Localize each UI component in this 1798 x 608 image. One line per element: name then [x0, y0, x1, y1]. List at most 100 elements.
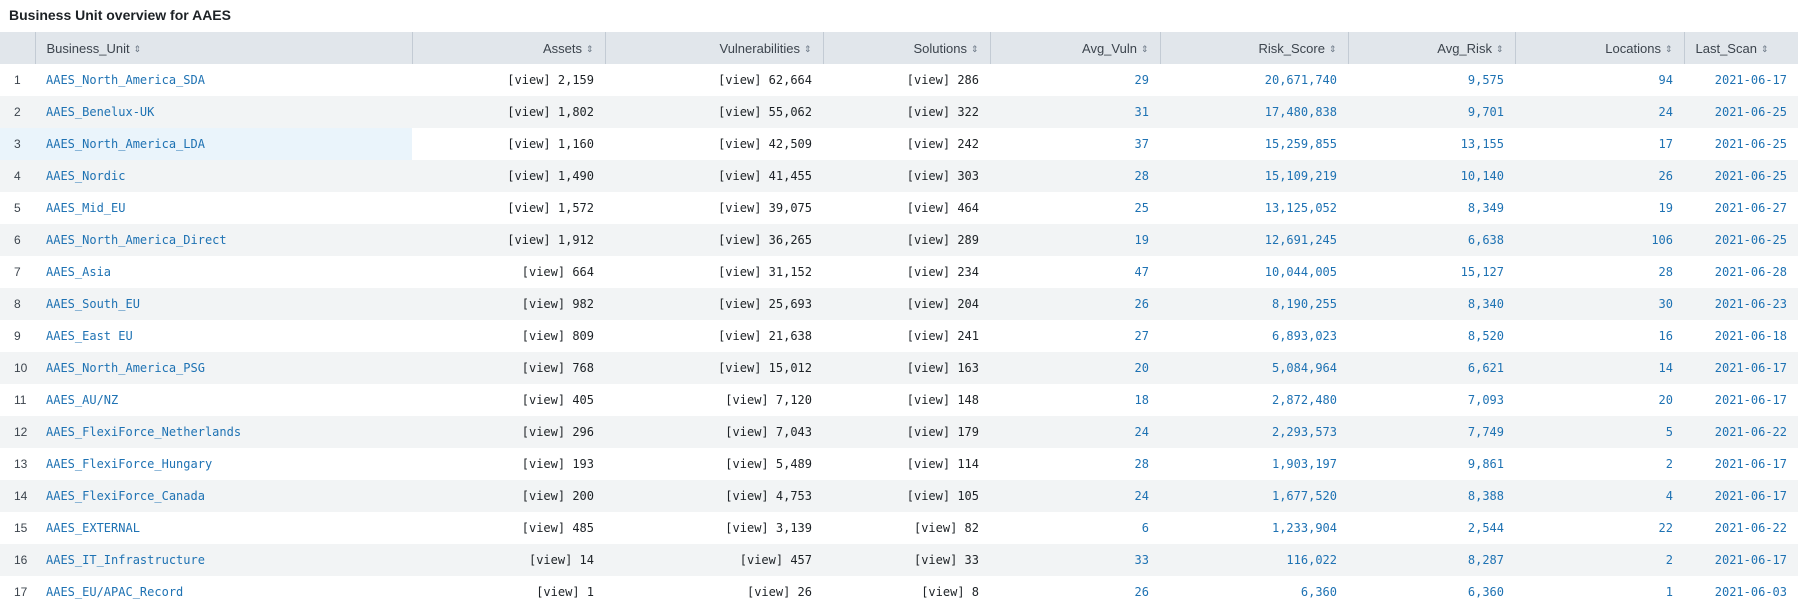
locations-cell[interactable]: 2	[1515, 544, 1684, 576]
business-unit-link[interactable]: AAES_North_America_LDA	[35, 128, 412, 160]
avg-vuln-cell[interactable]: 26	[990, 576, 1160, 608]
business-unit-link[interactable]: AAES_AU/NZ	[35, 384, 412, 416]
last-scan-cell[interactable]: 2021-06-25	[1684, 128, 1798, 160]
business-unit-link[interactable]: AAES_EU/APAC_Record	[35, 576, 412, 608]
business-unit-link[interactable]: AAES_South_EU	[35, 288, 412, 320]
table-row[interactable]: 14 AAES_FlexiForce_Canada [view] 200 [view]…	[0, 480, 1798, 512]
locations-cell[interactable]: 20	[1515, 384, 1684, 416]
column-header-last-scan[interactable]: Last_Scan ⇕	[1684, 32, 1798, 64]
sort-icon[interactable]: ⇕	[1329, 44, 1337, 54]
table-row[interactable]: 13 AAES_FlexiForce_Hungary [view] 193 [view…	[0, 448, 1798, 480]
vulnerabilities-cell[interactable]: [view] 5,489	[605, 448, 823, 480]
column-header-locations[interactable]: Locations ⇕	[1515, 32, 1685, 64]
table-row[interactable]: 4 AAES_Nordic [view] 1,490 [view] 41,455 [vi…	[0, 160, 1798, 192]
risk-score-cell[interactable]: 6,893,023	[1160, 320, 1348, 352]
avg-risk-cell[interactable]: 2,544	[1348, 512, 1515, 544]
business-unit-link[interactable]: AAES_EXTERNAL	[35, 512, 412, 544]
vulnerabilities-cell[interactable]: [view] 15,012	[605, 352, 823, 384]
table-row[interactable]: 1 AAES_North_America_SDA [view] 2,159 [view…	[0, 64, 1798, 96]
sort-icon[interactable]: ⇕	[1496, 44, 1504, 54]
locations-cell[interactable]: 4	[1515, 480, 1684, 512]
avg-vuln-cell[interactable]: 28	[990, 448, 1160, 480]
solutions-cell[interactable]: [view] 286	[823, 64, 990, 96]
avg-risk-cell[interactable]: 7,093	[1348, 384, 1515, 416]
avg-risk-cell[interactable]: 7,749	[1348, 416, 1515, 448]
avg-risk-cell[interactable]: 6,638	[1348, 224, 1515, 256]
table-row[interactable]: 6 AAES_North_America_Direct [view] 1,912 [v…	[0, 224, 1798, 256]
avg-risk-cell[interactable]: 8,340	[1348, 288, 1515, 320]
last-scan-cell[interactable]: 2021-06-27	[1684, 192, 1798, 224]
locations-cell[interactable]: 1	[1515, 576, 1684, 608]
column-header-solutions[interactable]: Solutions ⇕	[823, 32, 991, 64]
assets-cell[interactable]: [view] 200	[412, 480, 605, 512]
sort-icon[interactable]: ⇕	[1761, 44, 1769, 54]
locations-cell[interactable]: 26	[1515, 160, 1684, 192]
vulnerabilities-cell[interactable]: [view] 26	[605, 576, 823, 608]
risk-score-cell[interactable]: 10,044,005	[1160, 256, 1348, 288]
locations-cell[interactable]: 94	[1515, 64, 1684, 96]
solutions-cell[interactable]: [view] 289	[823, 224, 990, 256]
risk-score-cell[interactable]: 2,293,573	[1160, 416, 1348, 448]
avg-risk-cell[interactable]: 6,360	[1348, 576, 1515, 608]
business-unit-link[interactable]: AAES_IT_Infrastructure	[35, 544, 412, 576]
avg-vuln-cell[interactable]: 24	[990, 480, 1160, 512]
assets-cell[interactable]: [view] 2,159	[412, 64, 605, 96]
avg-vuln-cell[interactable]: 18	[990, 384, 1160, 416]
avg-risk-cell[interactable]: 8,520	[1348, 320, 1515, 352]
avg-risk-cell[interactable]: 8,349	[1348, 192, 1515, 224]
column-header-risk-score[interactable]: Risk_Score ⇕	[1160, 32, 1349, 64]
solutions-cell[interactable]: [view] 163	[823, 352, 990, 384]
avg-vuln-cell[interactable]: 47	[990, 256, 1160, 288]
assets-cell[interactable]: [view] 1	[412, 576, 605, 608]
vulnerabilities-cell[interactable]: [view] 39,075	[605, 192, 823, 224]
solutions-cell[interactable]: [view] 105	[823, 480, 990, 512]
solutions-cell[interactable]: [view] 241	[823, 320, 990, 352]
solutions-cell[interactable]: [view] 148	[823, 384, 990, 416]
vulnerabilities-cell[interactable]: [view] 55,062	[605, 96, 823, 128]
locations-cell[interactable]: 17	[1515, 128, 1684, 160]
avg-vuln-cell[interactable]: 27	[990, 320, 1160, 352]
sort-icon[interactable]: ⇕	[586, 44, 594, 54]
avg-risk-cell[interactable]: 8,388	[1348, 480, 1515, 512]
vulnerabilities-cell[interactable]: [view] 3,139	[605, 512, 823, 544]
risk-score-cell[interactable]: 15,259,855	[1160, 128, 1348, 160]
table-row[interactable]: 17 AAES_EU/APAC_Record [view] 1 [view] 26 [v…	[0, 576, 1798, 608]
assets-cell[interactable]: [view] 14	[412, 544, 605, 576]
vulnerabilities-cell[interactable]: [view] 42,509	[605, 128, 823, 160]
avg-risk-cell[interactable]: 13,155	[1348, 128, 1515, 160]
assets-cell[interactable]: [view] 1,572	[412, 192, 605, 224]
assets-cell[interactable]: [view] 809	[412, 320, 605, 352]
business-unit-link[interactable]: AAES_North_America_SDA	[35, 64, 412, 96]
risk-score-cell[interactable]: 13,125,052	[1160, 192, 1348, 224]
avg-risk-cell[interactable]: 8,287	[1348, 544, 1515, 576]
table-row[interactable]: 10 AAES_North_America_PSG [view] 768 [view]…	[0, 352, 1798, 384]
column-header-avg-vuln[interactable]: Avg_Vuln ⇕	[990, 32, 1161, 64]
assets-cell[interactable]: [view] 768	[412, 352, 605, 384]
assets-cell[interactable]: [view] 982	[412, 288, 605, 320]
assets-cell[interactable]: [view] 485	[412, 512, 605, 544]
solutions-cell[interactable]: [view] 322	[823, 96, 990, 128]
business-unit-link[interactable]: AAES_North_America_PSG	[35, 352, 412, 384]
column-header-business-unit[interactable]: Business_Unit ⇕	[35, 32, 413, 64]
vulnerabilities-cell[interactable]: [view] 21,638	[605, 320, 823, 352]
solutions-cell[interactable]: [view] 204	[823, 288, 990, 320]
risk-score-cell[interactable]: 1,233,904	[1160, 512, 1348, 544]
business-unit-link[interactable]: AAES_North_America_Direct	[35, 224, 412, 256]
avg-risk-cell[interactable]: 10,140	[1348, 160, 1515, 192]
avg-vuln-cell[interactable]: 6	[990, 512, 1160, 544]
last-scan-cell[interactable]: 2021-06-23	[1684, 288, 1798, 320]
vulnerabilities-cell[interactable]: [view] 7,120	[605, 384, 823, 416]
avg-vuln-cell[interactable]: 37	[990, 128, 1160, 160]
table-row[interactable]: 2 AAES_Benelux-UK [view] 1,802 [view] 55,06…	[0, 96, 1798, 128]
avg-risk-cell[interactable]: 6,621	[1348, 352, 1515, 384]
avg-vuln-cell[interactable]: 26	[990, 288, 1160, 320]
solutions-cell[interactable]: [view] 242	[823, 128, 990, 160]
table-row[interactable]: 8 AAES_South_EU [view] 982 [view] 25,693 [vi…	[0, 288, 1798, 320]
last-scan-cell[interactable]: 2021-06-22	[1684, 512, 1798, 544]
locations-cell[interactable]: 16	[1515, 320, 1684, 352]
risk-score-cell[interactable]: 12,691,245	[1160, 224, 1348, 256]
locations-cell[interactable]: 24	[1515, 96, 1684, 128]
avg-vuln-cell[interactable]: 20	[990, 352, 1160, 384]
risk-score-cell[interactable]: 15,109,219	[1160, 160, 1348, 192]
last-scan-cell[interactable]: 2021-06-17	[1684, 448, 1798, 480]
